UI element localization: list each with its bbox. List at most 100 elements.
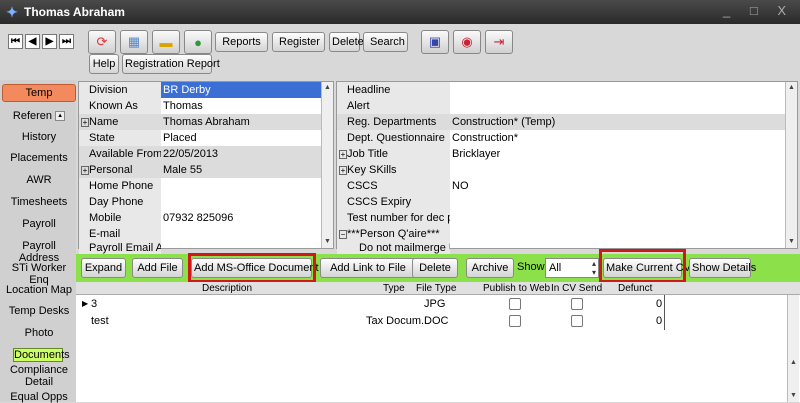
publish-to-web-checkbox[interactable]	[509, 298, 521, 310]
grid-row-known-as[interactable]: Known As Thomas	[79, 98, 321, 114]
sidebar-item-references[interactable]: Referen ▲	[2, 110, 76, 122]
show-filter-select[interactable]: All ▴ ▾	[545, 258, 599, 278]
personal-value[interactable]: Male 55	[161, 162, 321, 178]
print-icon[interactable]: ▣	[421, 30, 449, 54]
known-as-value[interactable]: Thomas	[161, 98, 203, 114]
registration-report-button[interactable]: Registration Report	[122, 54, 220, 74]
scroll-up-icon[interactable]: ▲	[786, 82, 797, 94]
publish-to-web-checkbox[interactable]	[509, 315, 521, 327]
grid-row-name[interactable]: + Name Thomas Abraham	[79, 114, 321, 130]
scroll-down-icon[interactable]: ▼	[786, 236, 797, 248]
chat-icon[interactable]: ●	[184, 30, 212, 54]
scroll-up-icon[interactable]: ▲	[788, 357, 799, 369]
type-cell[interactable]: Tax Docum...	[366, 313, 430, 329]
mobile-value[interactable]: 07932 825096	[161, 210, 233, 226]
add-file-button[interactable]: Add File	[132, 258, 183, 278]
prev-record-icon[interactable]: ◀	[25, 34, 40, 49]
last-record-icon[interactable]: ⏭	[59, 34, 74, 49]
grid-row-job-title[interactable]: + Job Title Bricklayer	[337, 146, 785, 162]
sidebar-item-compliance-detail[interactable]: Compliance Detail	[2, 364, 76, 388]
sidebar-item-payroll[interactable]: Payroll	[2, 218, 76, 230]
grid-row-mobile[interactable]: Mobile 07932 825096	[79, 210, 321, 226]
notes-icon[interactable]: ▬	[152, 30, 180, 54]
description-cell[interactable]: 3	[91, 296, 97, 312]
dept-questionnaire-value[interactable]: Construction*	[450, 130, 518, 146]
sidebar-item-location-map[interactable]: Location Map	[2, 284, 76, 296]
grid-row-reg-departments[interactable]: Reg. Departments Construction* (Temp)	[337, 114, 785, 130]
job-title-value[interactable]: Bricklayer	[450, 146, 500, 162]
expand-icon[interactable]: +	[81, 118, 89, 127]
delete-document-button[interactable]: Delete	[412, 258, 458, 278]
stats-icon[interactable]: ◉	[453, 30, 481, 54]
reg-departments-value[interactable]: Construction* (Temp)	[450, 114, 785, 130]
state-value[interactable]: Placed	[161, 130, 197, 146]
in-cv-send-checkbox[interactable]	[571, 315, 583, 327]
grid-row-home-phone[interactable]: Home Phone	[79, 178, 321, 194]
sidebar-item-photo[interactable]: Photo	[2, 327, 76, 339]
first-record-icon[interactable]: ⏮	[8, 34, 23, 49]
defunct-cell[interactable]: 0	[656, 313, 662, 329]
column-header-file-type[interactable]: File Type	[416, 282, 456, 295]
sidebar-item-history[interactable]: History	[2, 131, 76, 143]
delete-record-button[interactable]: Delete	[329, 32, 364, 52]
reports-button[interactable]: Reports	[215, 32, 268, 52]
file-type-cell[interactable]: DOC	[424, 313, 448, 329]
sidebar-item-awr[interactable]: AWR	[2, 174, 76, 186]
name-value[interactable]: Thomas Abraham	[161, 114, 321, 130]
sidebar-item-temp[interactable]: Temp	[2, 84, 76, 102]
grid-row-division[interactable]: Division BR Derby	[79, 82, 321, 98]
table-row[interactable]: test Tax Docum... DOC 0	[76, 313, 800, 329]
collapse-icon[interactable]: −	[339, 230, 347, 239]
documents-scrollbar[interactable]: ▲ ▼	[787, 295, 799, 402]
column-header-type[interactable]: Type	[383, 282, 405, 295]
grid-row-available-from[interactable]: Available From 22/05/2013	[79, 146, 321, 162]
division-value[interactable]: BR Derby	[161, 82, 321, 98]
calendar-icon[interactable]: ▦	[120, 30, 148, 54]
sidebar-item-equal-opps[interactable]: Equal Opps	[2, 391, 76, 403]
grid-row-day-phone[interactable]: Day Phone	[79, 194, 321, 210]
sidebar-item-sti-worker-enq[interactable]: STi Worker Enq	[2, 262, 76, 286]
sidebar-item-payroll-address[interactable]: Payroll Address	[2, 240, 76, 264]
grid-row-dept-questionnaire[interactable]: Dept. Questionnaire Construction*	[337, 130, 785, 146]
file-type-cell[interactable]: JPG	[424, 296, 445, 312]
scroll-down-icon[interactable]: ▼	[322, 236, 333, 248]
refresh-icon[interactable]: ⟳	[88, 30, 116, 54]
search-button[interactable]: Search	[363, 32, 408, 52]
description-cell[interactable]: test	[91, 313, 109, 329]
column-header-publish-to-web[interactable]: Publish to Web	[483, 282, 550, 295]
column-header-in-cv-send[interactable]: In CV Send	[551, 282, 602, 295]
available-from-value[interactable]: 22/05/2013	[161, 146, 321, 162]
archive-button[interactable]: Archive	[466, 258, 514, 278]
cscs-value[interactable]: NO	[450, 178, 469, 194]
right-grid-scrollbar[interactable]: ▲ ▼	[785, 82, 797, 248]
grid-row-headline[interactable]: Headline	[337, 82, 785, 98]
add-link-to-file-button[interactable]: Add Link to File	[320, 258, 416, 278]
column-header-defunct[interactable]: Defunct	[618, 282, 652, 295]
grid-row-personal[interactable]: + Personal Male 55	[79, 162, 321, 178]
window-controls[interactable]: _ □ X	[723, 3, 794, 18]
grid-row-state[interactable]: State Placed	[79, 130, 321, 146]
show-details-button[interactable]: Show Details	[689, 258, 756, 278]
exit-icon[interactable]: ⇥	[485, 30, 513, 54]
expand-icon[interactable]: +	[81, 166, 89, 175]
next-record-icon[interactable]: ▶	[42, 34, 57, 49]
scroll-up-icon[interactable]: ▲	[322, 82, 333, 94]
grid-row-test-number[interactable]: Test number for dec pla	[337, 210, 785, 226]
expand-icon[interactable]: +	[339, 150, 347, 159]
in-cv-send-checkbox[interactable]	[571, 298, 583, 310]
left-grid-scrollbar[interactable]: ▲ ▼	[321, 82, 333, 248]
spin-icon[interactable]: ▴ ▾	[592, 259, 596, 277]
table-row[interactable]: ▶ 3 JPG 0	[76, 296, 800, 312]
help-button[interactable]: Help	[89, 54, 119, 74]
expand-icon[interactable]: +	[339, 166, 347, 175]
scroll-up-icon[interactable]: ▲	[55, 111, 66, 122]
sidebar-item-documents[interactable]: Documents	[13, 348, 70, 362]
sidebar-item-placements[interactable]: Placements	[2, 152, 76, 164]
grid-row-alert[interactable]: Alert	[337, 98, 785, 114]
grid-row-cscs[interactable]: CSCS NO	[337, 178, 785, 194]
grid-row-cscs-expiry[interactable]: CSCS Expiry	[337, 194, 785, 210]
column-header-description[interactable]: Description	[202, 282, 252, 295]
sidebar-item-temp-desks[interactable]: Temp Desks	[2, 305, 76, 317]
expand-button[interactable]: Expand	[81, 258, 126, 278]
sidebar-item-timesheets[interactable]: Timesheets	[2, 196, 76, 208]
